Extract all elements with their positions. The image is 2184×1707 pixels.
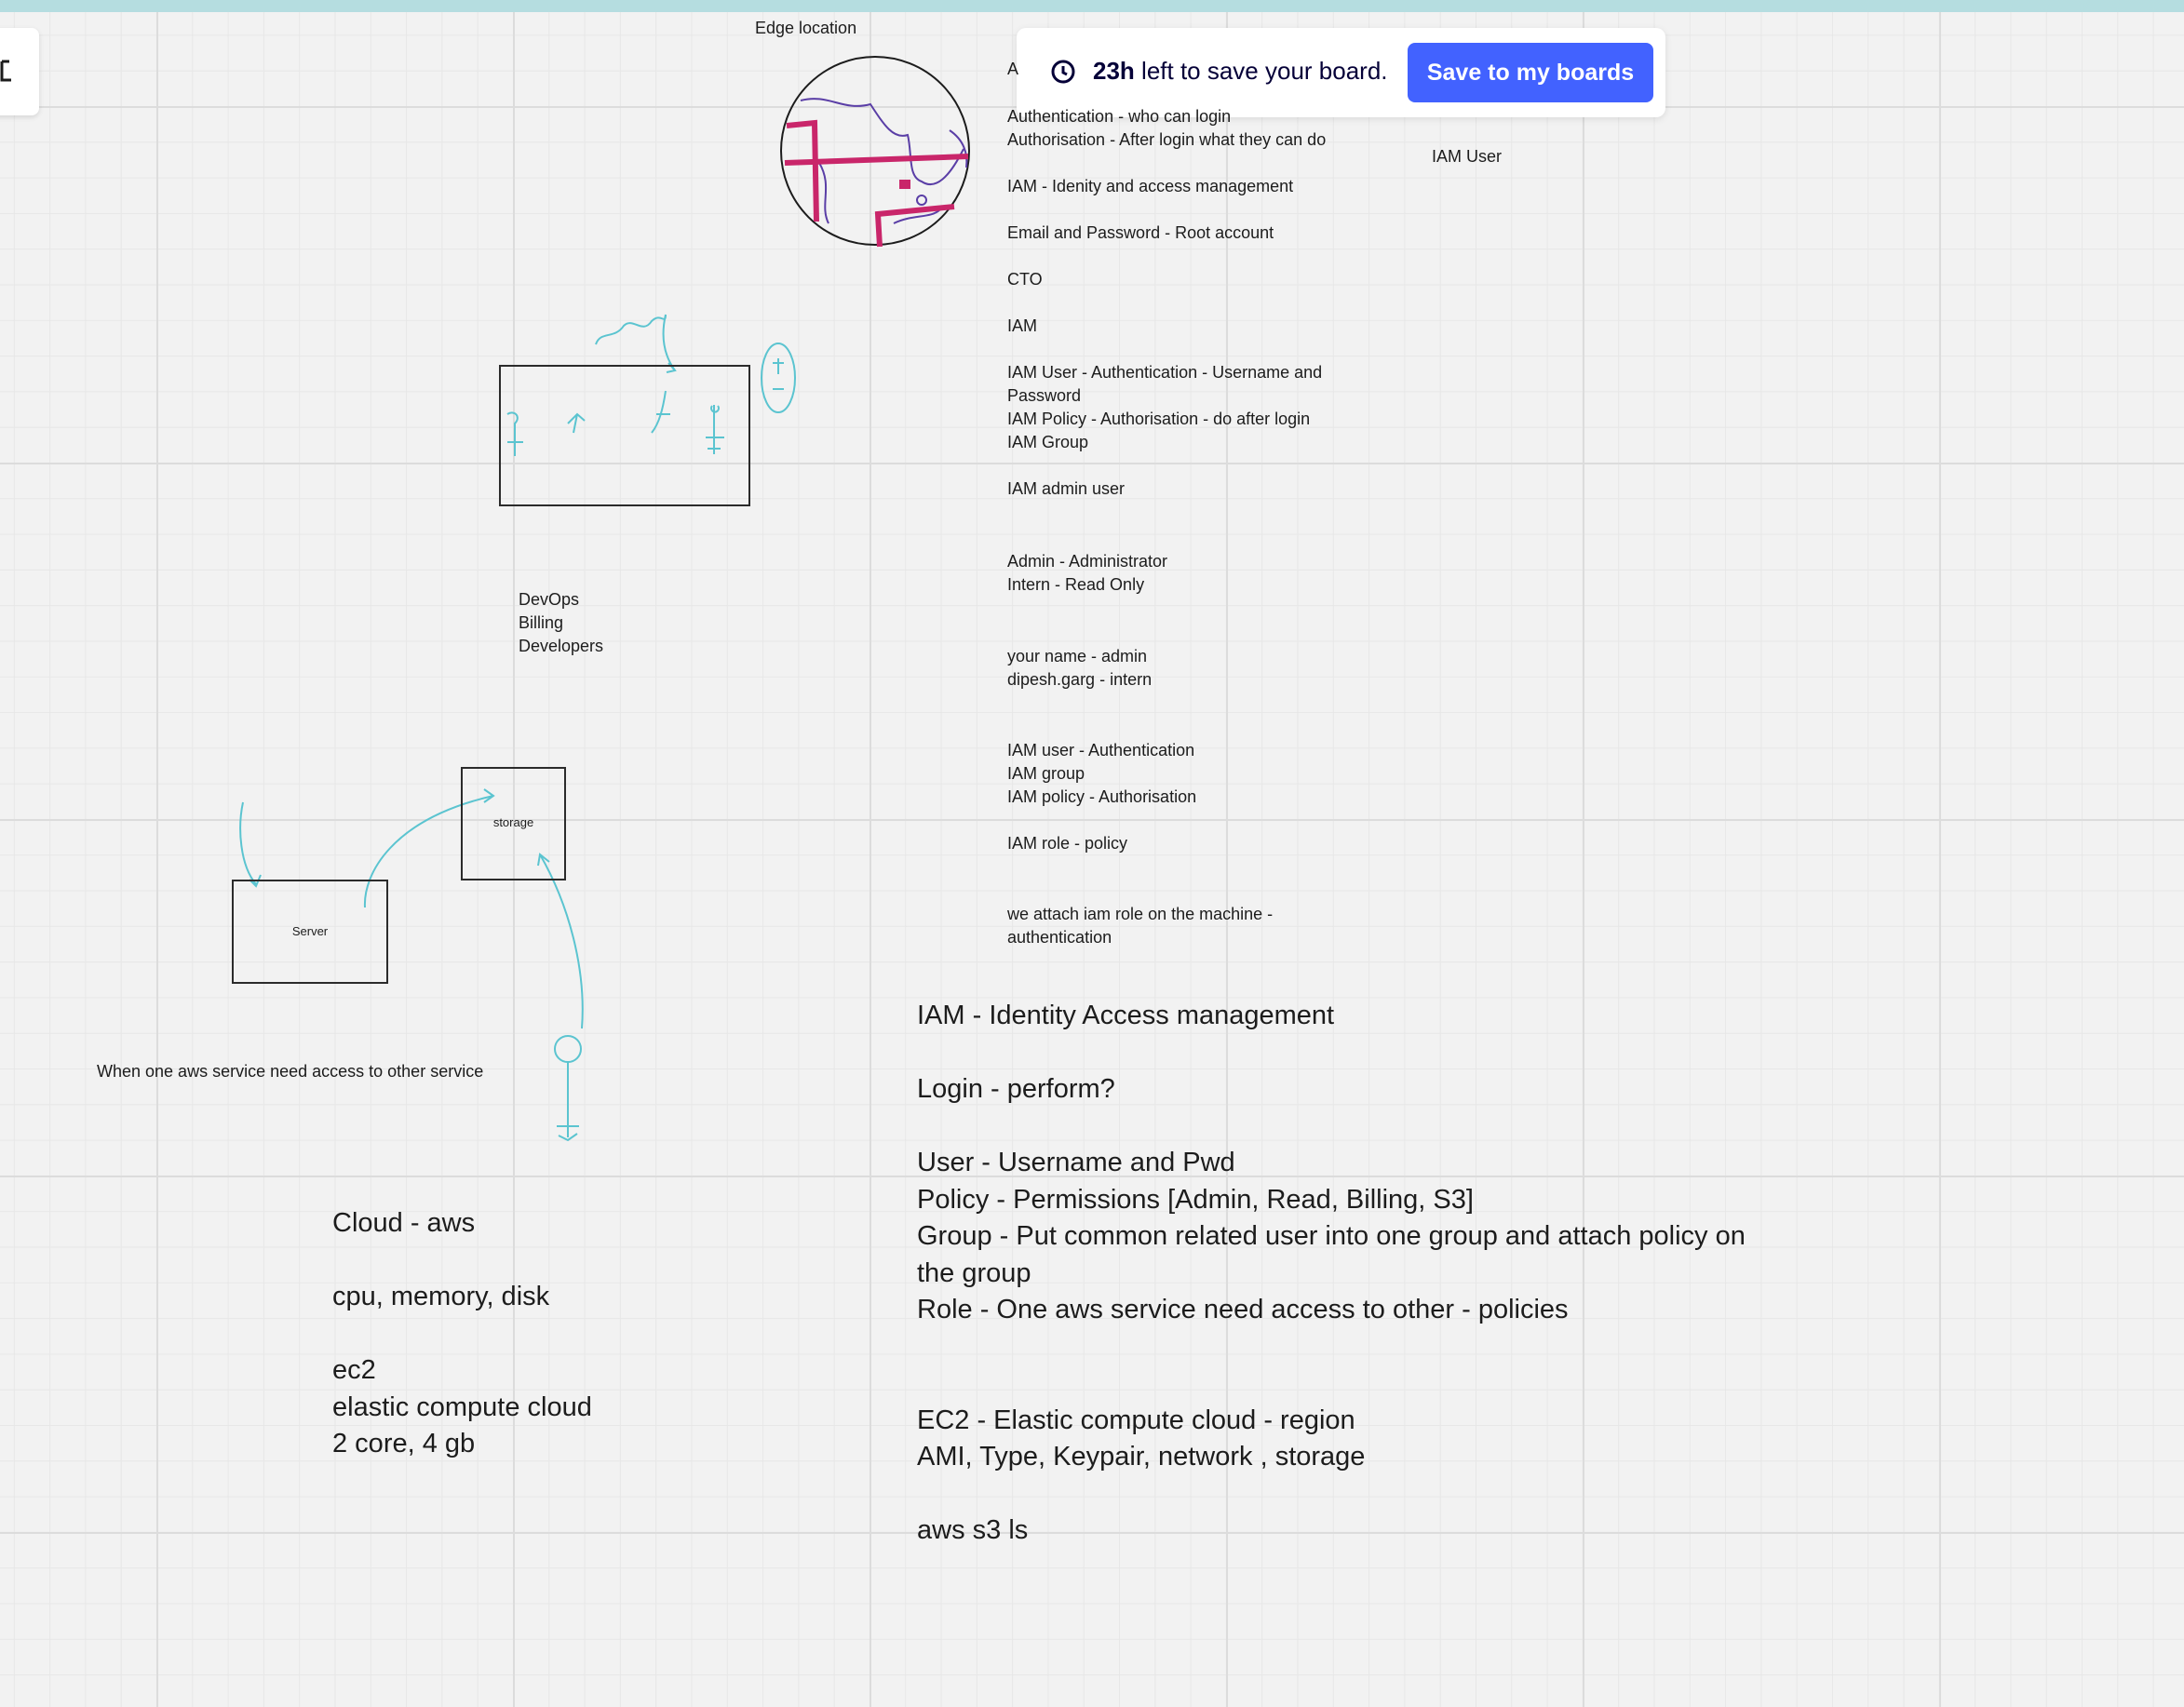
storage-box[interactable]: storage bbox=[461, 767, 566, 880]
iam-main-note: IAM - Identity Access management Login -… bbox=[917, 1001, 1746, 1545]
cloud-note: Cloud - aws cpu, memory, disk ec2 elasti… bbox=[332, 1208, 592, 1458]
edge-location-label: Edge location bbox=[755, 19, 857, 37]
left-toolbar-panel[interactable] bbox=[0, 28, 39, 115]
banner-message-rest: left to save your board. bbox=[1134, 57, 1388, 85]
server-box[interactable]: Server bbox=[232, 880, 388, 984]
server-label: Server bbox=[291, 924, 329, 938]
groups-note: DevOps Billing Developers bbox=[519, 590, 604, 655]
clock-icon bbox=[1051, 60, 1075, 84]
iam-summary-note: IAM user - Authentication IAM group IAM … bbox=[1007, 741, 1197, 853]
group-box[interactable] bbox=[499, 365, 750, 506]
globe-sketch bbox=[780, 56, 970, 248]
save-to-my-boards-button[interactable]: Save to my boards bbox=[1408, 43, 1653, 102]
save-board-banner: 23h left to save your board. Save to my … bbox=[1017, 28, 1665, 117]
notes-partial-first: A bbox=[1007, 60, 1019, 78]
attach-role-note: we attach iam role on the machine - auth… bbox=[1007, 905, 1274, 947]
iam-user-label: IAM User bbox=[1432, 147, 1503, 166]
service-access-note: When one aws service need access to othe… bbox=[97, 1062, 484, 1081]
banner-message: 23h left to save your board. bbox=[1093, 57, 1388, 86]
undo-icon[interactable] bbox=[0, 58, 15, 84]
storage-label: storage bbox=[492, 815, 534, 829]
iam-notes-list: Authentication - who can login Authorisa… bbox=[1007, 107, 1327, 498]
users-note: your name - admin dipesh.garg - intern bbox=[1007, 647, 1153, 689]
hours-left: 23h bbox=[1093, 57, 1135, 85]
roles-note: Admin - Administrator Intern - Read Only bbox=[1007, 552, 1168, 594]
